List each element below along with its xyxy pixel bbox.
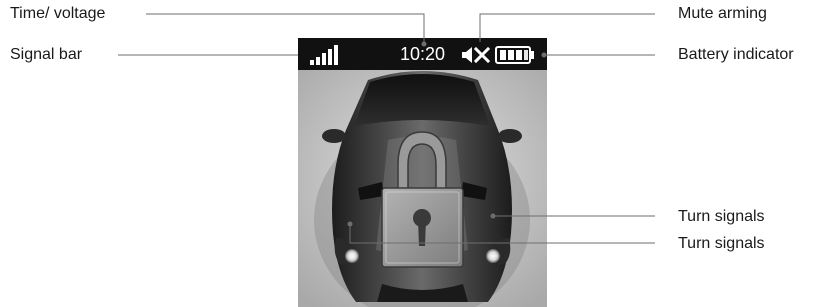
- callout-turn-signals-left: Turn signals: [678, 235, 765, 252]
- sports-car-image: [298, 70, 547, 307]
- device-screen: 10:20: [298, 38, 547, 307]
- padlock-icon: [381, 187, 464, 268]
- callout-signal-bar: Signal bar: [10, 46, 83, 63]
- signal-bars-icon: [310, 45, 338, 65]
- mute-speaker-icon: [462, 46, 490, 64]
- callout-time-voltage: Time/ voltage: [10, 5, 106, 22]
- status-time: 10:20: [400, 44, 446, 64]
- battery-icon: [495, 46, 534, 64]
- status-bar: 10:20: [298, 38, 547, 70]
- callout-battery-indicator: Battery indicator: [678, 46, 794, 63]
- callout-turn-signals-right: Turn signals: [678, 208, 765, 225]
- callout-mute-arming: Mute arming: [678, 5, 767, 22]
